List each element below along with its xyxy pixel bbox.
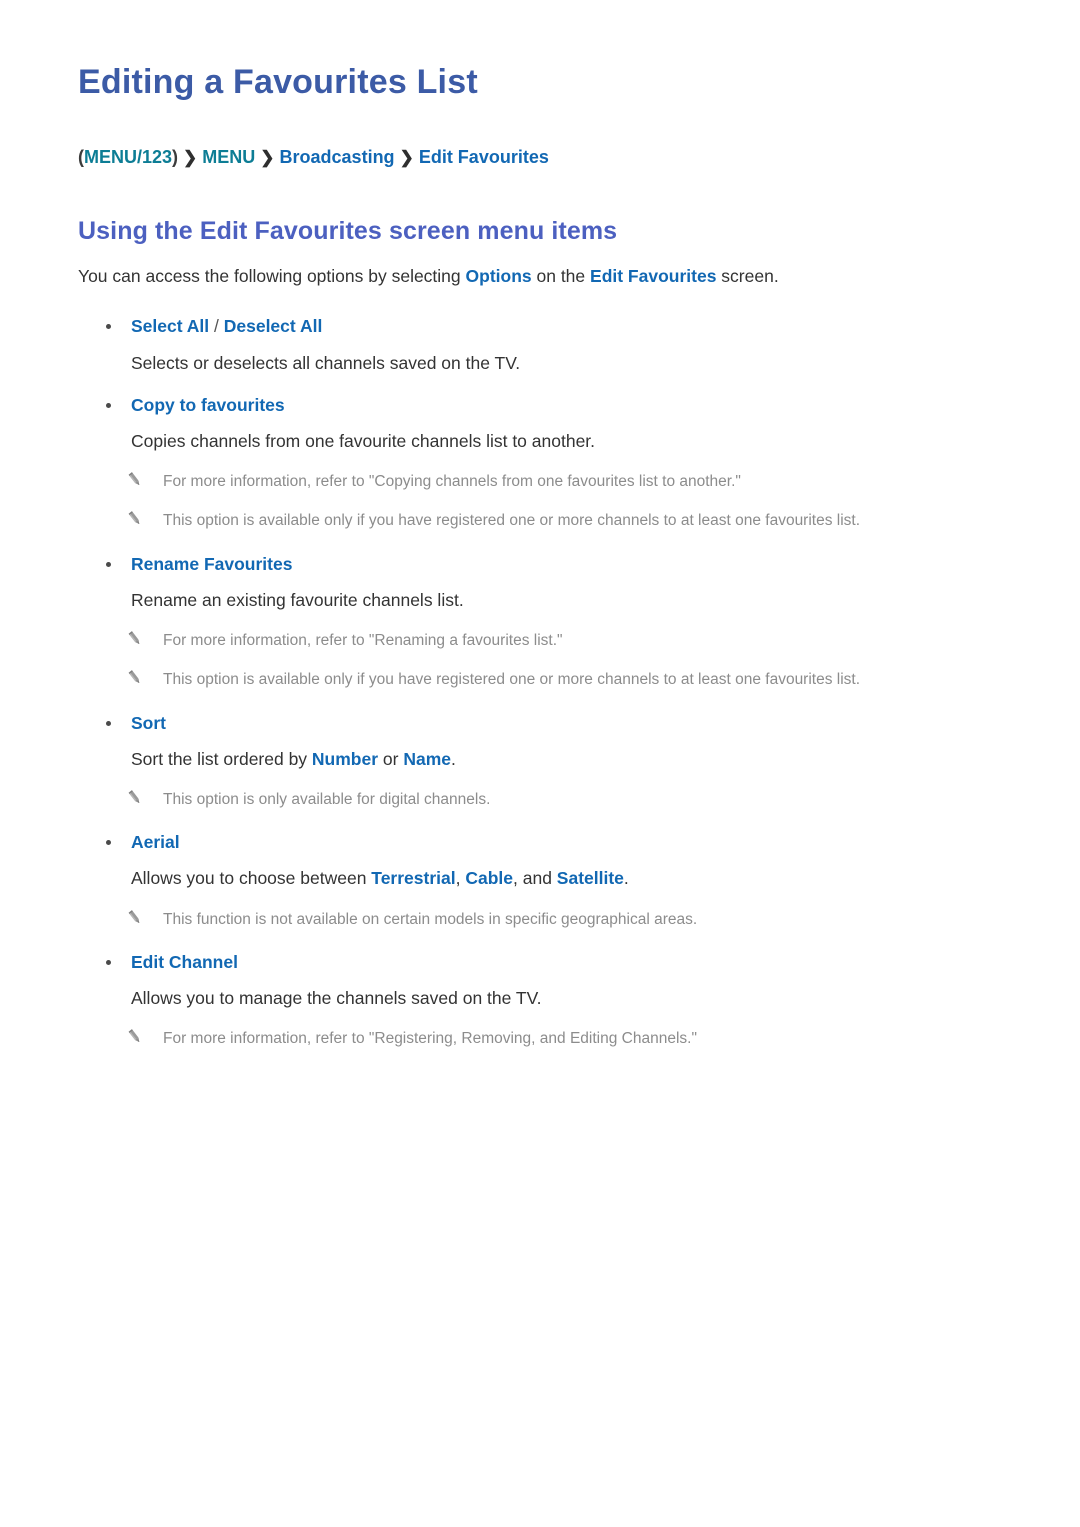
keyword-terrestrial: Terrestrial [371, 868, 456, 889]
breadcrumb: (MENU/123) ❯ MENU ❯ Broadcasting ❯ Edit Favour… [78, 145, 1002, 170]
intro-text-part-3: screen. [716, 266, 779, 287]
note-text: This option is only available for digita… [163, 790, 491, 808]
bullet-dot-icon [106, 959, 111, 965]
option-title-rename-favourites: Rename Favourites [78, 551, 1002, 578]
option-title-edit-channel: Edit Channel [78, 949, 1002, 976]
list-item: Aerial Allows you to choose between Terr… [78, 829, 1002, 931]
note-text: For more information, refer to "Renaming… [163, 632, 563, 650]
keyword-cable: Cable [465, 868, 513, 889]
note-item: This option is available only if you hav… [78, 668, 1002, 691]
intro-paragraph: You can access the following options by … [78, 263, 1002, 289]
option-desc-part-3: , and [513, 868, 557, 889]
breadcrumb-item-menu123[interactable]: MENU/123 [84, 147, 172, 167]
list-item: Rename Favourites Rename an existing fav… [78, 551, 1002, 692]
option-desc-part-4: . [623, 868, 629, 889]
breadcrumb-item-menu[interactable]: MENU [202, 147, 255, 167]
document-page: Editing a Favourites List (MENU/123) ❯ MEN… [0, 0, 1080, 1527]
option-label-edit-channel: Edit Channel [131, 951, 238, 972]
option-title-select-all: Select All / Deselect All [78, 313, 1002, 340]
list-item: Select All / Deselect All Selects or des… [78, 313, 1002, 375]
option-desc-part-1: Allows you to choose between [131, 868, 372, 889]
note-text: For more information, refer to "Register… [163, 1030, 697, 1048]
note-text: For more information, refer to "Copying … [163, 473, 741, 491]
chevron-right-icon: ❯ [260, 147, 275, 167]
option-label-sort: Sort [131, 712, 166, 733]
keyword-options: Options [465, 266, 532, 287]
option-desc-part-3: . [451, 748, 456, 769]
option-desc-part-1: Sort the list ordered by [131, 748, 312, 769]
option-label-copy-to-favourites: Copy to favourites [131, 394, 285, 415]
option-label-separator: / [209, 316, 224, 337]
option-label-select-all: Select All [131, 316, 210, 337]
keyword-name: Name [403, 748, 452, 769]
pencil-icon [126, 789, 144, 807]
keyword-satellite: Satellite [556, 868, 624, 889]
option-title-copy-to-favourites: Copy to favourites [78, 392, 1002, 419]
pencil-icon [126, 510, 144, 528]
options-list: Select All / Deselect All Selects or des… [78, 313, 1002, 1050]
keyword-number: Number [311, 748, 379, 769]
list-item: Copy to favourites Copies channels from … [78, 392, 1002, 533]
option-description: Allows you to manage the channels saved … [131, 987, 542, 1008]
note-text: This option is available only if you hav… [163, 512, 861, 530]
note-text: This function is not available on certai… [163, 910, 698, 928]
list-item: Sort Sort the list ordered by Number or … [78, 710, 1002, 812]
section-heading: Using the Edit Favourites screen menu it… [78, 216, 618, 245]
option-description: Selects or deselects all channels saved … [131, 352, 521, 373]
bullet-dot-icon [106, 324, 111, 330]
bullet-dot-icon [106, 561, 111, 567]
note-item: This option is available only if you hav… [78, 509, 1002, 532]
pencil-icon [126, 1028, 144, 1046]
option-description: Sort the list ordered by Number or Name. [78, 746, 1002, 772]
option-description: Allows you to choose between Terrestrial… [78, 865, 1002, 891]
option-title-aerial: Aerial [78, 829, 1002, 856]
list-item: Edit Channel Allows you to manage the ch… [78, 949, 1002, 1051]
intro-text-part-2: on the [531, 266, 591, 287]
option-description: Copies channels from one favourite chann… [131, 430, 596, 451]
bullet-dot-icon [106, 402, 111, 408]
chevron-right-icon: ❯ [399, 147, 414, 167]
note-item: For more information, refer to "Register… [78, 1027, 1002, 1050]
note-item: This option is only available for digita… [78, 788, 1002, 811]
pencil-icon [126, 630, 144, 648]
chevron-right-icon: ❯ [183, 147, 198, 167]
pencil-icon [126, 909, 144, 927]
page-title: Editing a Favourites List [78, 63, 478, 101]
note-item: This function is not available on certai… [78, 908, 1002, 931]
note-item: For more information, refer to "Renaming… [78, 629, 1002, 652]
note-text: This option is available only if you hav… [163, 671, 861, 689]
pencil-icon [126, 471, 144, 489]
note-item: For more information, refer to "Copying … [78, 470, 1002, 493]
intro-text-part-1: You can access the following options by … [78, 266, 466, 287]
option-desc-part-2: , [455, 868, 466, 889]
breadcrumb-item-edit-favourites[interactable]: Edit Favourites [419, 147, 549, 167]
option-desc-part-2: or [378, 748, 404, 769]
option-label-rename-favourites: Rename Favourites [131, 553, 293, 574]
bullet-dot-icon [106, 720, 111, 726]
option-title-sort: Sort [78, 710, 1002, 737]
pencil-icon [126, 669, 144, 687]
option-label-deselect-all: Deselect All [223, 316, 323, 337]
breadcrumb-item-broadcasting[interactable]: Broadcasting [280, 147, 395, 167]
option-description: Rename an existing favourite channels li… [131, 589, 464, 610]
option-label-aerial: Aerial [131, 832, 180, 853]
keyword-edit-favourites: Edit Favourites [590, 266, 717, 287]
bullet-dot-icon [106, 840, 111, 846]
